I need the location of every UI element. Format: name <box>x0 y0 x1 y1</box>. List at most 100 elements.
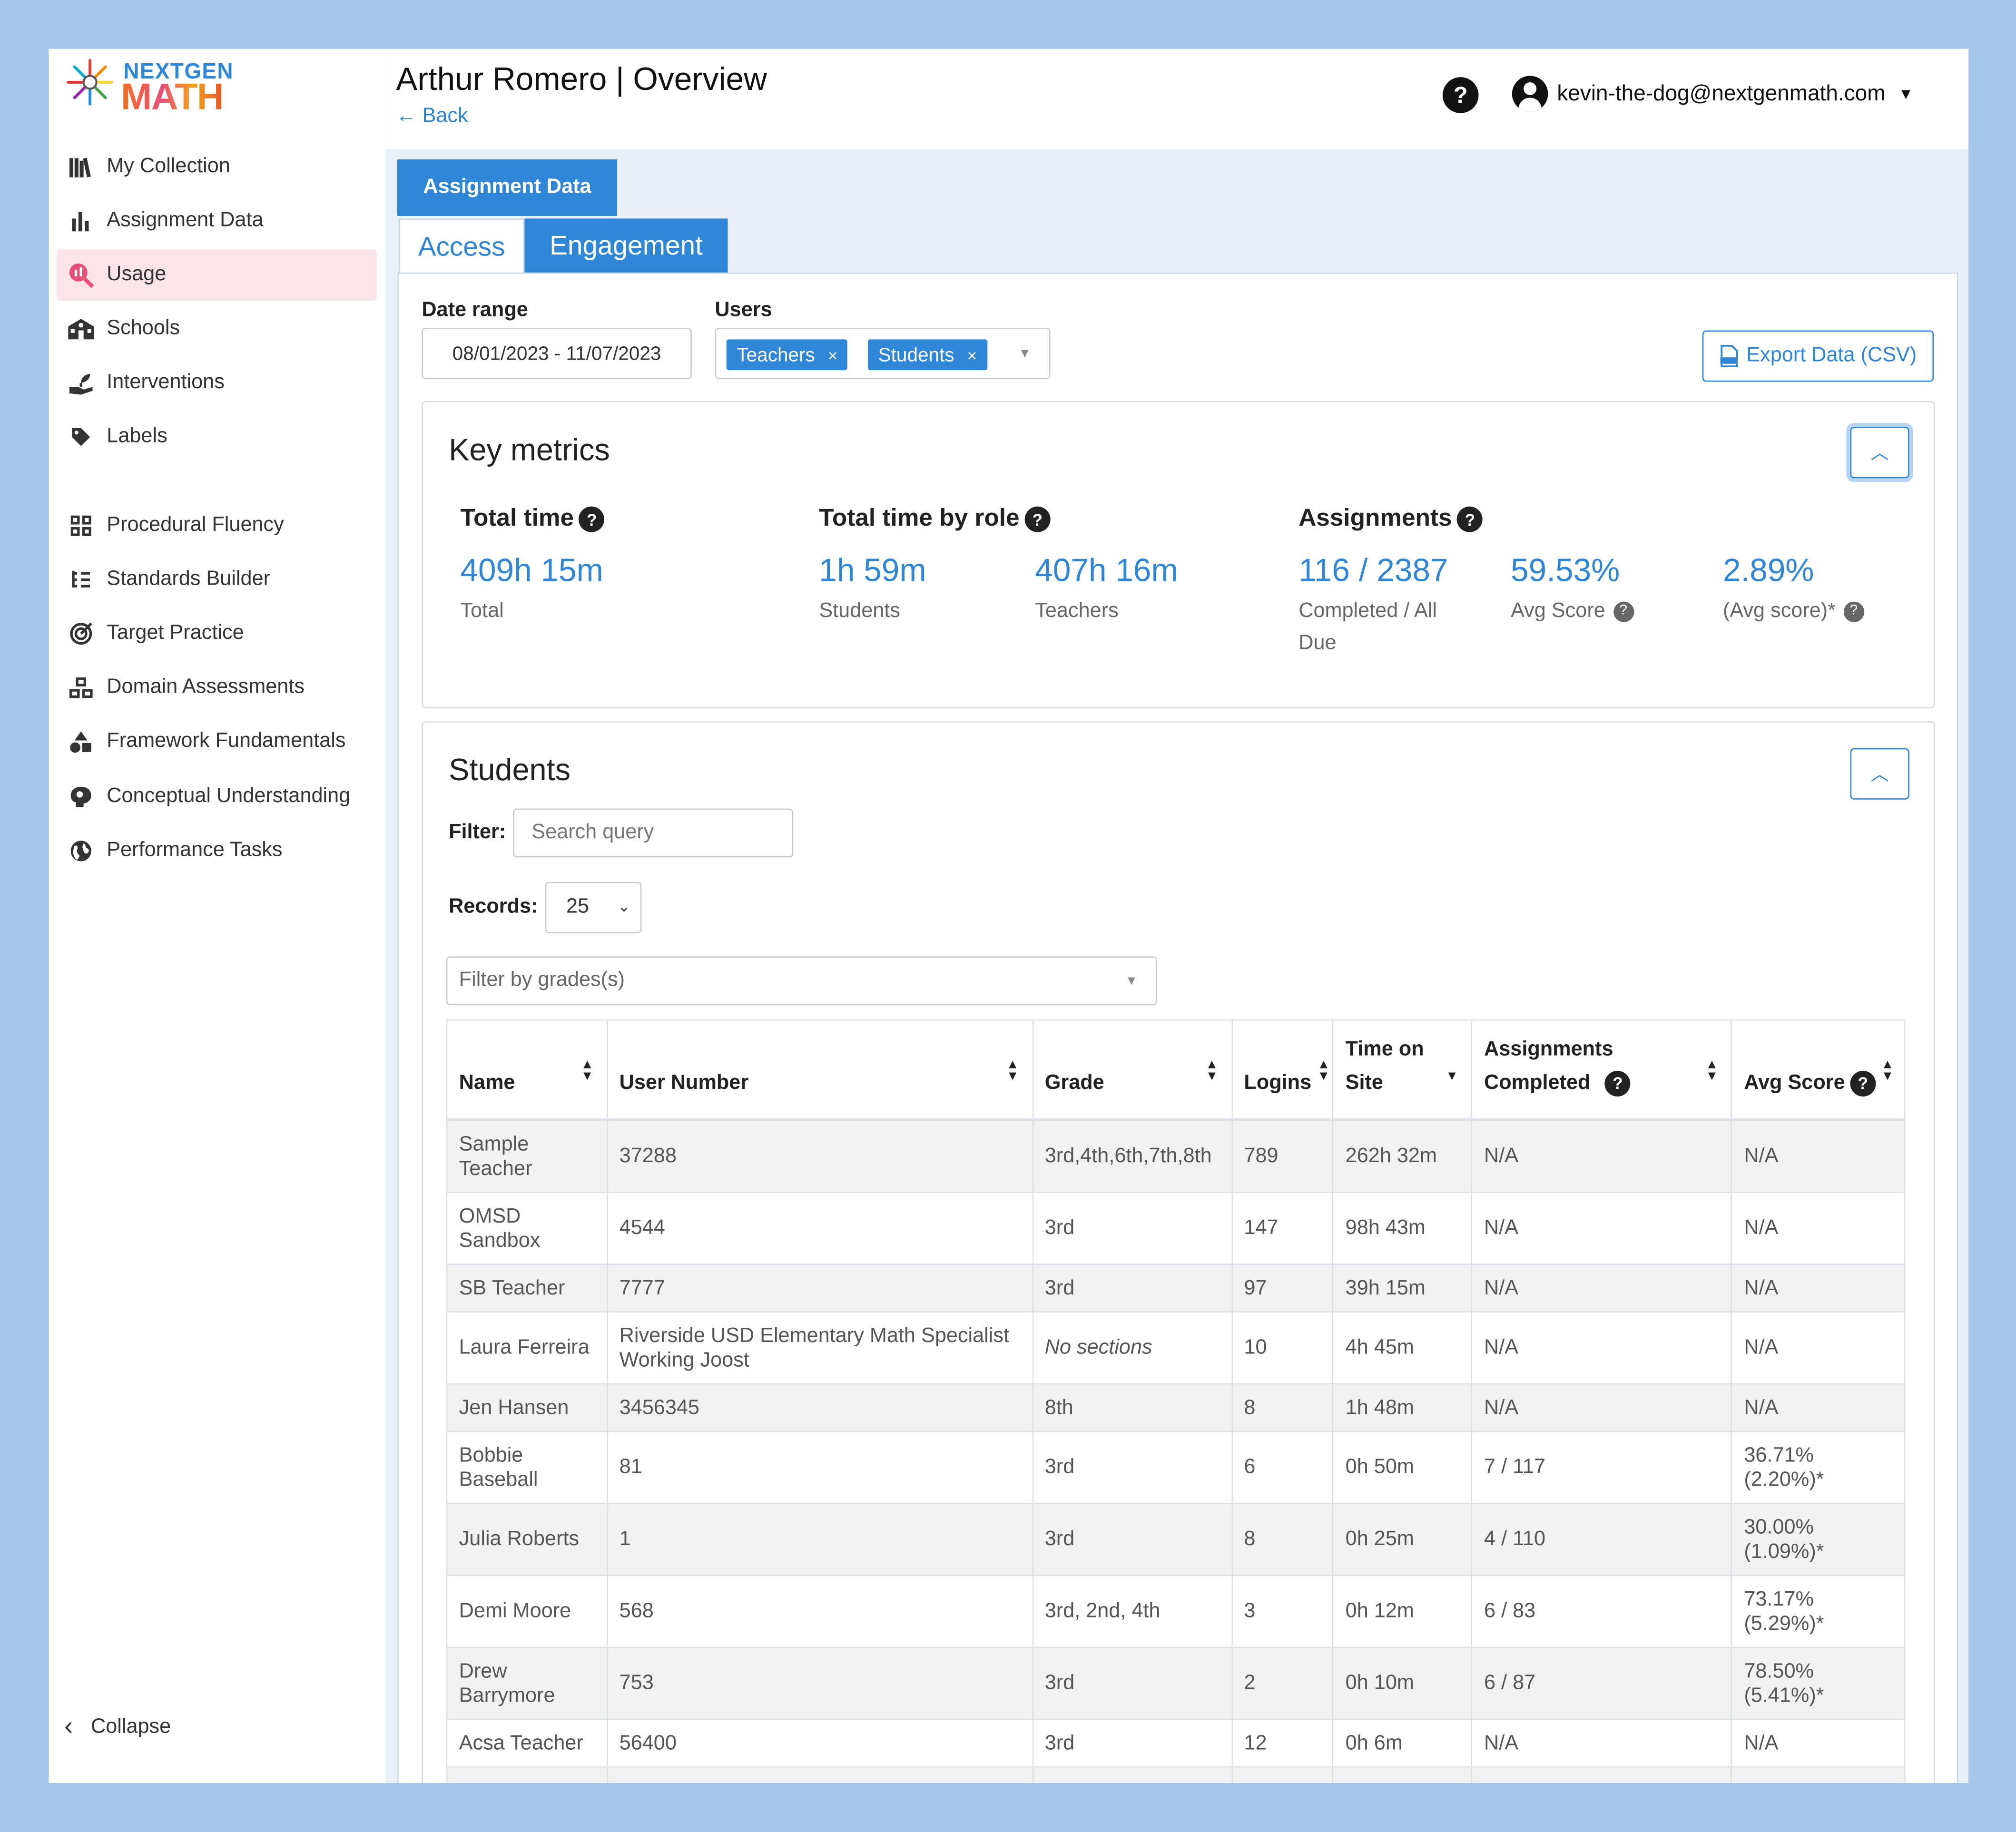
column-header-time-on-site[interactable]: Time on Site ▼ <box>1332 1019 1473 1121</box>
chip-students[interactable]: Students × <box>867 339 987 371</box>
tab-access[interactable]: Access <box>398 218 525 276</box>
nextgen-math-logo[interactable]: NEXTGEN MATH <box>64 57 270 118</box>
students-title: Students <box>449 753 571 788</box>
table-row: Laura Ferreira Riverside USD Elementary M… <box>446 1311 1906 1385</box>
collapse-students-button[interactable]: ︿ <box>1850 748 1909 800</box>
back-link[interactable]: ← Back <box>396 106 468 129</box>
user-menu[interactable]: kevin-the-dog@nextgenmath.com ▼ <box>1512 76 1914 112</box>
help-circle-icon[interactable]: ? <box>1613 601 1634 622</box>
sidebar-item-domain-assessments[interactable]: Domain Assessments <box>57 662 377 714</box>
collapse-key-metrics-button[interactable]: ︿ <box>1850 427 1909 479</box>
sidebar-item-interventions[interactable]: Interventions <box>57 357 377 409</box>
sidebar-item-target-practice[interactable]: Target Practice <box>57 608 377 659</box>
sidebar-item-conceptual-understanding[interactable]: Conceptual Understanding <box>57 771 377 823</box>
help-circle-icon[interactable]: ? <box>1024 506 1051 532</box>
dropdown-caret-icon: ▼ <box>1125 974 1138 989</box>
column-header-grade[interactable]: Grade ▲ ▼ <box>1032 1019 1233 1121</box>
table-cell: N/A <box>1731 1119 1906 1193</box>
table-cell: 1 <box>606 1502 1033 1576</box>
help-circle-icon[interactable]: ? <box>1457 506 1483 532</box>
table-cell: Acsa Teacher <box>446 1718 608 1768</box>
table-cell: 0h 6m <box>1332 1718 1473 1768</box>
total-time-heading-text: Total time <box>460 505 574 532</box>
tab-engagement[interactable]: Engagement <box>524 218 728 275</box>
cubes-icon <box>67 674 95 702</box>
sidebar-item-usage[interactable]: Usage <box>56 249 377 301</box>
teachers-time-label: Teachers <box>1035 600 1119 622</box>
collapse-sidebar-button[interactable]: ‹ Collapse <box>64 1712 171 1742</box>
csv-file-icon <box>1721 345 1739 368</box>
globe-icon <box>67 837 95 865</box>
help-circle-icon[interactable]: ? <box>579 506 605 532</box>
table-cell: Riverside USD Elementary Math Specialist… <box>606 1311 1033 1385</box>
sidebar-item-assignment-data[interactable]: Assignment Data <box>57 196 377 247</box>
table-cell: 3rd <box>1032 1430 1233 1504</box>
assignments-heading-text: Assignments <box>1298 505 1452 532</box>
chevron-up-icon: ︿ <box>1870 764 1889 784</box>
sidebar-item-schools[interactable]: Schools <box>57 304 377 355</box>
date-range-input[interactable]: 08/01/2023 - 11/07/2023 <box>422 328 692 380</box>
help-circle-icon[interactable]: ? <box>1850 1070 1876 1097</box>
table-cell: Demi Moore <box>446 1575 608 1648</box>
search-input[interactable] <box>513 808 794 858</box>
tab-assignment-data[interactable]: Assignment Data <box>397 159 618 216</box>
table-cell: N/A <box>1471 1119 1733 1193</box>
table-cell: 1 / 6 <box>1471 1766 1733 1783</box>
sidebar-item-performance-tasks[interactable]: Performance Tasks <box>57 825 377 877</box>
column-header-name[interactable]: Name ▲ ▼ <box>446 1019 608 1121</box>
users-multiselect[interactable]: Teachers × Students × ▼ <box>715 328 1051 380</box>
avg-score-label-text: Avg Score <box>1511 600 1605 622</box>
table-row: Demi Moore 568 3rd, 2nd, 4th 3 0h 12m 6 / 83 7… <box>446 1575 1906 1648</box>
table-row: Mia Hamm23rd, 2nd, 4th30h 6m1 / 6100.00% <box>446 1766 1906 1783</box>
table-cell: 3rd <box>1032 1502 1233 1576</box>
school-icon <box>67 315 95 343</box>
table-cell: 147 <box>1231 1191 1334 1265</box>
help-icon[interactable]: ? <box>1442 77 1479 113</box>
column-header-assignments-completed[interactable]: Assignments Completed? ▲ ▼ <box>1471 1019 1733 1121</box>
sidebar-item-my-collection[interactable]: My Collection <box>57 141 377 193</box>
table-cell: 262h 32m <box>1332 1119 1473 1193</box>
table-cell: 3 <box>1231 1766 1334 1783</box>
export-csv-button[interactable]: Export Data (CSV) <box>1702 330 1934 382</box>
magnify-chart-icon <box>67 261 95 289</box>
table-row: Jen Hansen 3456345 8th 8 1h 48m N/A N/A <box>446 1383 1906 1432</box>
remove-chip-icon[interactable]: × <box>967 345 977 365</box>
back-label: Back <box>422 105 468 127</box>
column-header-user-number[interactable]: User Number ▲ ▼ <box>606 1019 1033 1121</box>
sidebar-item-standards-builder[interactable]: Standards Builder <box>57 554 377 606</box>
help-circle-icon[interactable]: ? <box>1843 601 1864 622</box>
users-label: Users <box>715 299 772 322</box>
sidebar-item-label: Framework Fundamentals <box>107 730 346 752</box>
table-cell: Mia Hamm <box>446 1766 608 1783</box>
table-cell: 3rd <box>1032 1646 1233 1720</box>
sidebar-item-labels[interactable]: Labels <box>57 411 377 463</box>
column-header-label: Grade <box>1044 1072 1104 1094</box>
table-cell: 3rd <box>1032 1718 1233 1768</box>
sidebar-item-label: My Collection <box>107 155 230 177</box>
table-cell: N/A <box>1471 1264 1733 1313</box>
hand-seedling-icon <box>67 369 95 397</box>
total-time-value: 409h 15m <box>460 552 603 589</box>
table-cell: 6 / 87 <box>1471 1646 1733 1720</box>
help-circle-icon[interactable]: ? <box>1605 1070 1631 1097</box>
main-content: Assignment Data Access Engagement Date r… <box>385 149 1969 1783</box>
grid-icon <box>67 511 95 539</box>
table-cell: 97 <box>1231 1264 1334 1313</box>
table-cell: 39h 15m <box>1332 1264 1473 1313</box>
table-cell: OMSD Sandbox <box>446 1191 608 1265</box>
chip-teachers[interactable]: Teachers × <box>726 339 848 371</box>
sidebar-item-procedural-fluency[interactable]: Procedural Fluency <box>57 500 377 551</box>
records-select[interactable]: 25 ⌄ <box>545 882 642 933</box>
column-header-avg-score[interactable]: Avg Score? ▲ ▼ <box>1731 1019 1906 1121</box>
table-cell: 36.71% (2.20%)* <box>1731 1430 1906 1504</box>
sidebar-item-framework-fundamentals[interactable]: Framework Fundamentals <box>57 716 377 767</box>
sort-icon: ▲ ▼ <box>580 1058 594 1084</box>
column-header-label: Logins <box>1244 1072 1312 1094</box>
table-row: Sample Teacher 37288 3rd,4th,6th,7th,8th 78… <box>446 1119 1906 1193</box>
logo-text-bottom: MATH <box>121 77 224 118</box>
chip-label: Students <box>878 343 954 366</box>
column-header-logins[interactable]: Logins ▲ ▼ <box>1231 1019 1334 1121</box>
remove-chip-icon[interactable]: × <box>828 345 838 365</box>
grade-filter-select[interactable]: Filter by grades(s) ▼ <box>446 956 1157 1006</box>
chip-label: Teachers <box>737 343 815 366</box>
